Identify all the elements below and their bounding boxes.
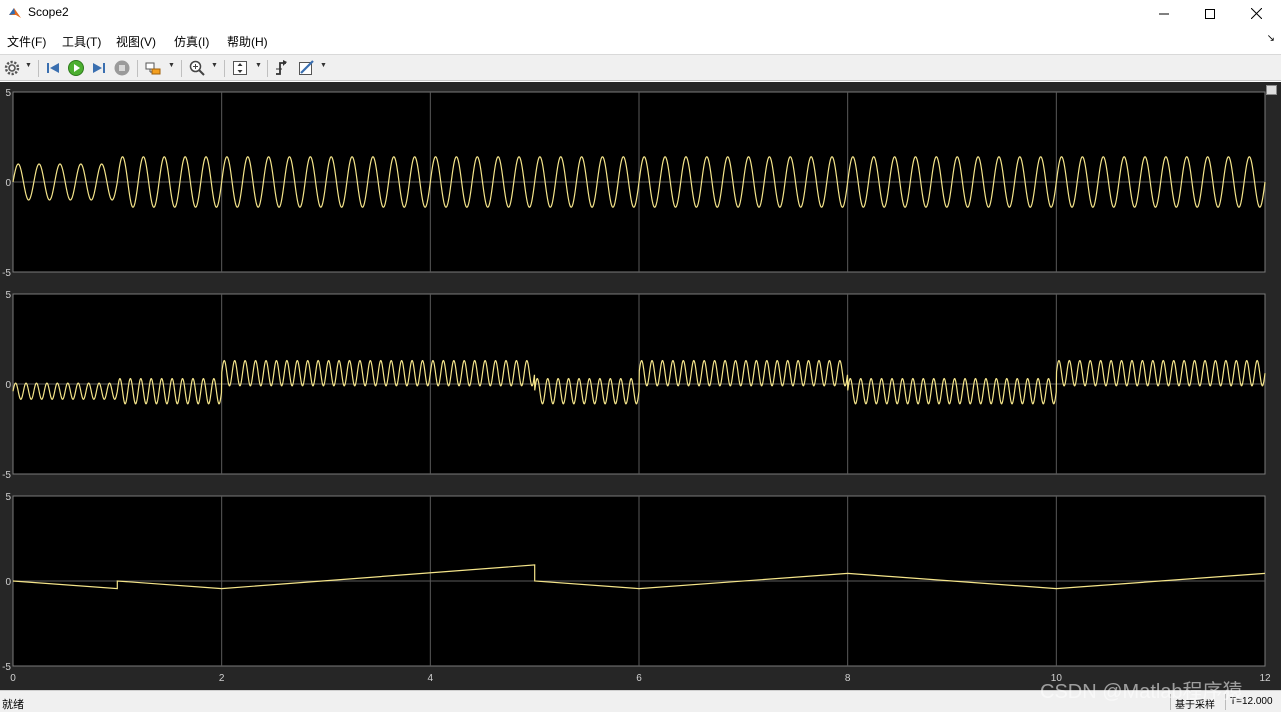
chevron-down-icon[interactable]: ▼ [168,62,175,69]
maximize-icon [1205,8,1215,19]
x-tick-label: 4 [428,673,434,684]
zoom-icon[interactable] [188,59,206,77]
step-back-icon[interactable] [44,59,62,77]
chevron-down-icon[interactable]: ▼ [255,62,262,69]
menu-tools[interactable]: 工具(T) [62,33,101,50]
status-bar: 就绪 基于采样 T=12.000 [0,690,1281,712]
menu-bar: 文件(F) 工具(T) 视图(V) 仿真(I) 帮助(H) ↘ [0,29,1281,52]
y-tick-label: -5 [2,470,11,481]
maximize-button[interactable] [1187,0,1233,27]
toolbar-separator [267,60,268,77]
x-tick-label: 10 [1051,673,1063,684]
close-icon [1250,8,1262,19]
minimize-icon [1159,13,1169,14]
x-tick-label: 8 [845,673,851,684]
chevron-down-icon[interactable]: ▼ [320,62,327,69]
status-sim-time: T=12.000 [1225,694,1277,710]
toolbar-separator [137,60,138,77]
highlight-block-icon[interactable] [144,59,162,77]
play-icon[interactable] [67,59,85,77]
close-button[interactable] [1233,0,1279,27]
scope-display: 5 0 -5 5 0 -5 5 0 -5 0 2 4 6 8 10 12 [0,82,1281,690]
x-tick-label: 12 [1259,673,1271,684]
menu-file[interactable]: 文件(F) [7,33,46,50]
trigger-icon[interactable] [273,59,291,77]
scope-window: Scope2 文件(F) 工具(T) 视图(V) 仿真(I) 帮助(H) ↘ ▼ [0,0,1281,712]
x-tick-label: 0 [10,673,16,684]
x-tick-label: 2 [219,673,225,684]
y-tick-label: 5 [5,88,11,99]
y-tick-label: 0 [5,577,11,588]
y-tick-label: 5 [5,492,11,503]
chevron-down-icon[interactable]: ▼ [25,62,32,69]
menu-collapse-icon[interactable]: ↘ [1267,33,1275,44]
toolbar-separator [38,60,39,77]
y-tick-label: -5 [2,268,11,279]
status-sample-mode: 基于采样 [1170,694,1219,711]
title-bar[interactable]: Scope2 [0,0,1281,27]
y-tick-label: -5 [2,662,11,673]
menu-view[interactable]: 视图(V) [116,33,156,50]
menu-help[interactable]: 帮助(H) [227,33,268,50]
window-title: Scope2 [28,5,69,19]
toolbar-separator [224,60,225,77]
stop-icon[interactable] [113,59,131,77]
y-tick-label: 5 [5,290,11,301]
y-tick-label: 0 [5,178,11,189]
toolbar: ▼ ▼ ▼ ▼ ▼ [0,54,1281,81]
x-tick-label: 6 [636,673,642,684]
autoscale-icon[interactable] [231,59,249,77]
undock-icon[interactable] [1266,85,1277,95]
chevron-down-icon[interactable]: ▼ [211,62,218,69]
y-tick-label: 0 [5,380,11,391]
matlab-icon [9,8,21,18]
minimize-button[interactable] [1141,0,1187,27]
step-forward-icon[interactable] [90,59,108,77]
gear-icon[interactable] [3,59,21,77]
scope-axes: 50-550-550-50 2 4 6 8 10 12 [2,88,1271,684]
menu-simulation[interactable]: 仿真(I) [174,33,209,50]
toolbar-separator [181,60,182,77]
style-icon[interactable] [297,59,315,77]
status-text: 就绪 [2,699,24,711]
